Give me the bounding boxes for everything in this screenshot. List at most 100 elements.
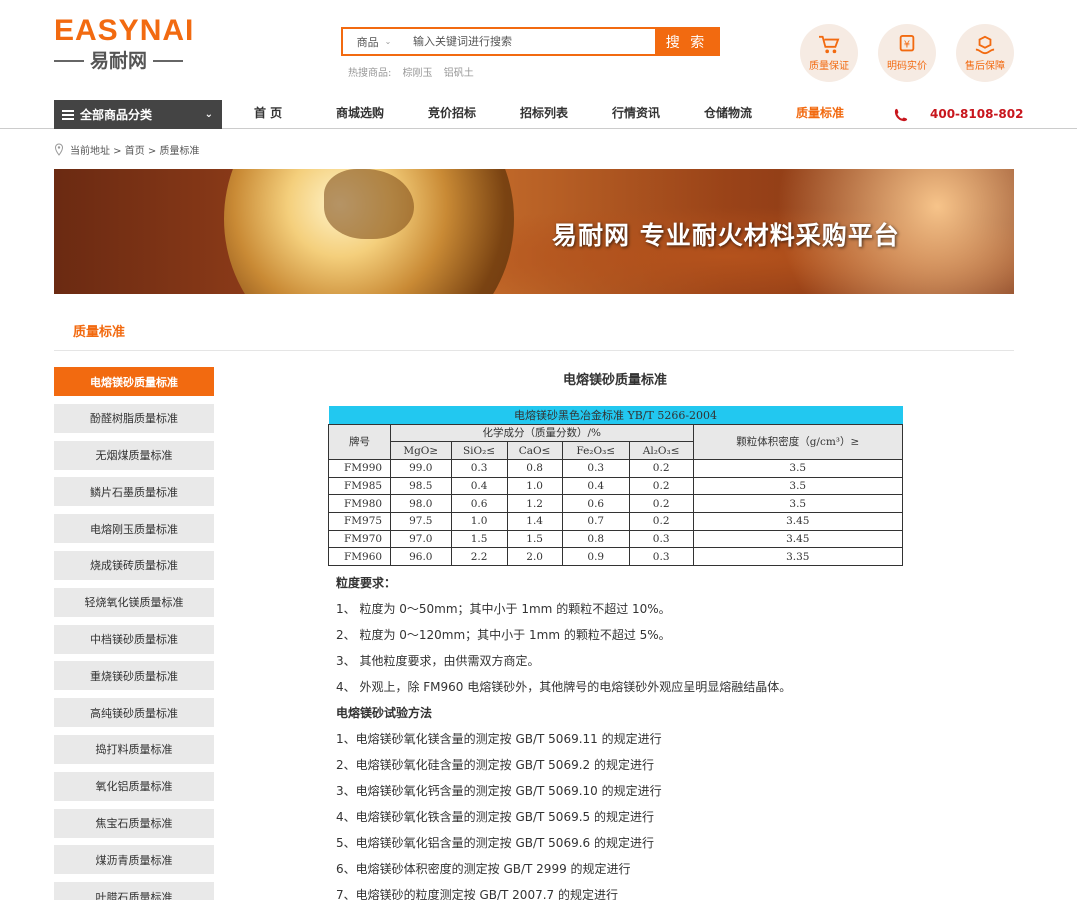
nav-market-news[interactable]: 行情资讯	[612, 100, 660, 129]
table-cell: 1.4	[506, 511, 563, 531]
phone-icon	[894, 108, 908, 121]
sidebar-item[interactable]: 中档镁砂质量标准	[54, 624, 214, 654]
article-title: 电熔镁砂质量标准	[562, 373, 667, 388]
nav-logistics[interactable]: 仓储物流	[704, 100, 752, 129]
logo-chinese-name: 易耐网	[90, 50, 148, 72]
col-header-cao: CaO≤	[506, 441, 563, 460]
guarantee-label: 售后保障	[965, 60, 1005, 72]
hot-search-label: 热搜商品:	[348, 68, 392, 79]
search-category-label: 商品	[356, 35, 379, 49]
hot-search-item[interactable]: 铝矾土	[444, 68, 474, 79]
sidebar-item[interactable]: 叶腊石质量标准	[54, 882, 214, 900]
main-nav: 全部商品分类 ⌄ 首 页 商城选购 竞价招标 招标列表 行情资讯 仓储物流 质量…	[0, 100, 1077, 129]
nav-home[interactable]: 首 页	[254, 100, 282, 129]
sidebar-item[interactable]: 电熔刚玉质量标准	[54, 514, 214, 544]
section-divider	[54, 350, 1014, 351]
sidebar-item[interactable]: 烧成镁砖质量标准	[54, 550, 214, 580]
particle-title: 粒度要求：	[336, 576, 397, 590]
table-cell: 96.0	[390, 547, 452, 566]
chevron-down-icon: ⌄	[204, 109, 213, 120]
section-title: 质量标准	[73, 325, 126, 340]
banner-slogan: 易耐网 专业耐火材料采购平台	[552, 221, 900, 250]
method-title: 电熔镁砂试验方法	[336, 706, 433, 720]
table-cell: 1.0	[506, 476, 563, 496]
table-cell: 0.7	[561, 511, 630, 531]
sidebar-item[interactable]: 煤沥青质量标准	[54, 845, 214, 875]
nav-tender-list[interactable]: 招标列表	[520, 100, 568, 129]
sidebar-item[interactable]: 轻烧氧化镁质量标准	[54, 587, 214, 617]
search-button[interactable]: 搜 索	[655, 29, 718, 54]
table-cell: 0.2	[628, 494, 694, 513]
method-item: 3、电熔镁砂氧化钙含量的测定按 GB/T 5069.10 的规定进行	[336, 784, 662, 798]
table-cell: 0.6	[450, 494, 508, 513]
table-row: FM990 99.0 0.3 0.8 0.3 0.2 3.5	[328, 458, 904, 478]
standards-sidebar: 电熔镁砂质量标准 酚醛树脂质量标准 无烟煤质量标准 鳞片石墨质量标准 电熔刚玉质…	[54, 367, 214, 900]
hotline[interactable]: 400-8108-802	[894, 100, 1023, 129]
particle-item: 2、 粒度为 0～120mm；其中小于 1mm 的颗粒不超过 5%。	[336, 628, 671, 642]
hand-box-icon	[975, 35, 995, 54]
table-cell: 0.4	[561, 476, 630, 496]
search-input[interactable]	[405, 29, 655, 54]
table-row: FM980 98.0 0.6 1.2 0.6 0.2 3.5	[328, 494, 904, 513]
table-cell: 97.5	[390, 511, 452, 531]
sidebar-item[interactable]: 重烧镁砂质量标准	[54, 661, 214, 691]
guarantee-quality[interactable]: 质量保证	[800, 24, 858, 82]
method-item: 6、电熔镁砂体积密度的测定按 GB/T 2999 的规定进行	[336, 862, 631, 876]
sidebar-item-fused-magnesia[interactable]: 电熔镁砂质量标准	[54, 367, 214, 396]
col-header-mgo: MgO≥	[390, 441, 452, 460]
price-tag-icon: ¥	[899, 34, 915, 51]
table-caption: 电熔镁砂黑色冶金标准 YB/T 5266-2004	[328, 406, 903, 425]
all-categories-menu[interactable]: 全部商品分类 ⌄	[54, 100, 222, 129]
guarantee-label: 质量保证	[809, 60, 849, 72]
cell-grade: FM980	[328, 494, 391, 513]
chevron-down-icon: ⌄	[384, 37, 392, 46]
nav-quality-standard[interactable]: 质量标准	[796, 100, 844, 129]
table-cell: 0.9	[561, 547, 630, 566]
hot-search-item[interactable]: 棕刚玉	[403, 68, 433, 79]
table-cell: 3.5	[692, 458, 904, 478]
breadcrumb: 当前地址 > 首页 > 质量标准	[54, 142, 199, 157]
nav-mall[interactable]: 商城选购	[336, 100, 384, 129]
method-item: 7、电熔镁砂的粒度测定按 GB/T 2007.7 的规定进行	[336, 888, 618, 900]
table-cell: 3.45	[692, 529, 904, 549]
cell-grade: FM985	[328, 476, 391, 496]
table-cell: 97.0	[390, 529, 452, 549]
table-cell: 0.3	[628, 547, 694, 566]
sidebar-item[interactable]: 鳞片石墨质量标准	[54, 477, 214, 507]
guarantee-badges: 质量保证 ¥ 明码实价 售后保障	[800, 24, 1014, 82]
guarantee-aftersale[interactable]: 售后保障	[956, 24, 1014, 82]
nav-bidding[interactable]: 竞价招标	[428, 100, 476, 129]
all-categories-label: 全部商品分类	[80, 108, 153, 122]
particle-item: 3、 其他粒度要求，由供需双方商定。	[336, 654, 540, 668]
sidebar-item[interactable]: 捣打料质量标准	[54, 734, 214, 764]
table-cell: 0.3	[628, 529, 694, 549]
table-cell: 0.2	[628, 458, 694, 478]
cell-grade: FM990	[328, 458, 391, 478]
guarantee-price[interactable]: ¥ 明码实价	[878, 24, 936, 82]
table-row: FM970 97.0 1.5 1.5 0.8 0.3 3.45	[328, 529, 904, 549]
site-logo[interactable]: EASYNAI 易耐网	[54, 14, 206, 84]
method-item: 5、电熔镁砂氧化铝含量的测定按 GB/T 5069.6 的规定进行	[336, 836, 654, 850]
search-bar: 商品 ⌄ 搜 索	[341, 27, 720, 56]
method-item: 2、电熔镁砂氧化硅含量的测定按 GB/T 5069.2 的规定进行	[336, 758, 654, 772]
table-cell: 0.8	[561, 529, 630, 549]
table-cell: 1.5	[450, 529, 508, 549]
table-cell: 2.2	[450, 547, 508, 566]
table-cell: 0.2	[628, 511, 694, 531]
sidebar-item[interactable]: 氧化铝质量标准	[54, 771, 214, 801]
table-row: FM975 97.5 1.0 1.4 0.7 0.2 3.45	[328, 511, 904, 531]
breadcrumb-text[interactable]: 当前地址 > 首页 > 质量标准	[70, 142, 199, 157]
sidebar-item[interactable]: 高纯镁砂质量标准	[54, 698, 214, 728]
sidebar-item[interactable]: 酚醛树脂质量标准	[54, 403, 214, 433]
sidebar-item[interactable]: 无烟煤质量标准	[54, 440, 214, 470]
hotline-number: 400-8108-802	[930, 107, 1024, 121]
col-header-chemistry: 化学成分（质量分数）/%	[390, 423, 694, 443]
table-cell: 99.0	[390, 458, 452, 478]
menu-icon	[62, 109, 74, 120]
promo-banner[interactable]: 易耐网 专业耐火材料采购平台	[54, 169, 1014, 294]
col-header-density: 颗粒体积密度（g/cm³）≥	[692, 423, 904, 460]
search-category-select[interactable]: 商品 ⌄	[343, 29, 405, 54]
method-item: 1、电熔镁砂氧化镁含量的测定按 GB/T 5069.11 的规定进行	[336, 732, 662, 746]
table-cell: 98.0	[390, 494, 452, 513]
sidebar-item[interactable]: 焦宝石质量标准	[54, 808, 214, 838]
